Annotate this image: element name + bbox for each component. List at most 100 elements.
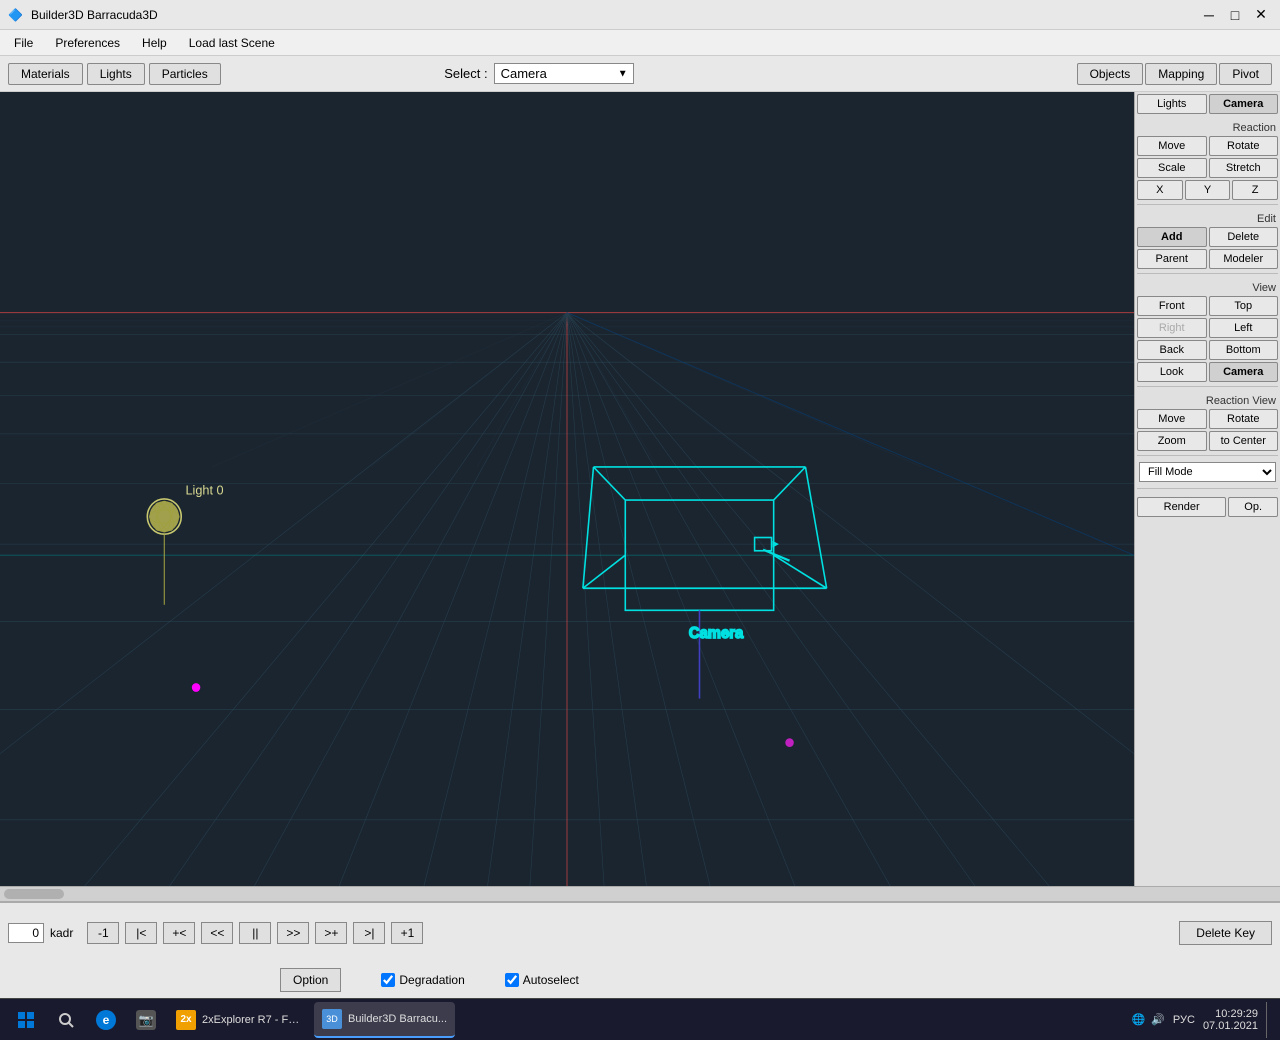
svg-text:Camera: Camera: [689, 625, 744, 642]
rv-rotate-button[interactable]: Rotate: [1209, 409, 1279, 429]
camera-tab[interactable]: Camera: [1209, 94, 1279, 114]
materials-button[interactable]: Materials: [8, 63, 83, 85]
app-icon: 🔷: [8, 8, 23, 22]
rv-zoom-button[interactable]: Zoom: [1137, 431, 1207, 451]
prev-key-button[interactable]: +<: [163, 922, 195, 944]
taskbar-time: 10:29:29 07.01.2021: [1203, 1008, 1258, 1032]
divider-4: [1137, 455, 1278, 456]
taskbar-icons: 🌐 🔊: [1132, 1013, 1165, 1026]
network-icon: 🌐: [1132, 1013, 1146, 1026]
x-axis-button[interactable]: X: [1137, 180, 1183, 200]
next-key-button[interactable]: >+: [315, 922, 347, 944]
volume-icon: 🔊: [1151, 1013, 1165, 1026]
taskbar-builder3d[interactable]: 3D Builder3D Barracu...: [314, 1002, 455, 1038]
fill-mode-row: Fill Mode Wireframe Solid: [1137, 460, 1278, 484]
taskbar-camera[interactable]: 📷: [128, 1002, 164, 1038]
minimize-button[interactable]: ─: [1198, 4, 1220, 26]
autoselect-checkbox[interactable]: [505, 973, 519, 987]
bottom-checks: Option Degradation Autoselect: [0, 962, 1280, 998]
minus1-button[interactable]: -1: [87, 922, 119, 944]
toolbar: Materials Lights Particles Select : Came…: [0, 56, 1280, 92]
degradation-checkbox[interactable]: [381, 973, 395, 987]
right-view-button[interactable]: Right: [1137, 318, 1207, 338]
camera-view-button[interactable]: Camera: [1209, 362, 1279, 382]
taskbar-browser[interactable]: e: [88, 1002, 124, 1038]
rotate-button[interactable]: Rotate: [1209, 136, 1279, 156]
select-dropdown-wrapper[interactable]: Camera Object Light: [494, 63, 634, 84]
select-dropdown[interactable]: Camera Object Light: [494, 63, 634, 84]
move-button[interactable]: Move: [1137, 136, 1207, 156]
look-view-button[interactable]: Look: [1137, 362, 1207, 382]
pivot-button[interactable]: Pivot: [1219, 63, 1272, 85]
kadr-input[interactable]: 0: [8, 923, 44, 943]
op-button[interactable]: Op.: [1228, 497, 1278, 517]
rv-move-button[interactable]: Move: [1137, 409, 1207, 429]
edit-section-label: Edit: [1137, 211, 1278, 225]
show-desktop-icon[interactable]: [1266, 1002, 1272, 1038]
scale-button[interactable]: Scale: [1137, 158, 1207, 178]
taskbar-search[interactable]: [48, 1002, 84, 1038]
rv-tocenter-button[interactable]: to Center: [1209, 431, 1279, 451]
viewport-svg: Light 0: [0, 92, 1134, 886]
right-panel: Lights Camera Reaction Move Rotate Scale…: [1134, 92, 1280, 886]
delete-key-button[interactable]: Delete Key: [1179, 921, 1272, 945]
plus1-button[interactable]: +1: [391, 922, 423, 944]
window-controls: ─ □ ✕: [1198, 4, 1272, 26]
top-view-button[interactable]: Top: [1209, 296, 1279, 316]
taskbar: e 📷 2x 2xExplorer R7 - F:\B... 3D Builde…: [0, 998, 1280, 1040]
menu-file[interactable]: File: [4, 34, 43, 52]
menu-preferences[interactable]: Preferences: [45, 34, 130, 52]
main-content: Light 0: [0, 92, 1280, 886]
modeler-button[interactable]: Modeler: [1209, 249, 1279, 269]
end-button[interactable]: >|: [353, 922, 385, 944]
back-view-button[interactable]: Back: [1137, 340, 1207, 360]
reaction-view-section-label: Reaction View: [1137, 393, 1278, 407]
taskbar-right: 🌐 🔊 РУС 10:29:29 07.01.2021: [1132, 1002, 1273, 1038]
prev-button[interactable]: <<: [201, 922, 233, 944]
menu-help[interactable]: Help: [132, 34, 177, 52]
start-button-taskbar[interactable]: [8, 1002, 44, 1038]
divider-1: [1137, 204, 1278, 205]
date-display: 07.01.2021: [1203, 1020, 1258, 1032]
degradation-check: Degradation: [381, 973, 464, 987]
next-button[interactable]: >>: [277, 922, 309, 944]
y-axis-button[interactable]: Y: [1185, 180, 1231, 200]
bottom-view-button[interactable]: Bottom: [1209, 340, 1279, 360]
app-title: Builder3D Barracuda3D: [31, 8, 158, 22]
add-button[interactable]: Add: [1137, 227, 1207, 247]
render-button[interactable]: Render: [1137, 497, 1226, 517]
fill-mode-select[interactable]: Fill Mode Wireframe Solid: [1139, 462, 1276, 482]
mapping-button[interactable]: Mapping: [1145, 63, 1217, 85]
viewport[interactable]: Light 0: [0, 92, 1134, 886]
scroll-thumb[interactable]: [4, 889, 64, 899]
select-area: Select : Camera Object Light: [444, 63, 633, 84]
z-axis-button[interactable]: Z: [1232, 180, 1278, 200]
close-button[interactable]: ✕: [1250, 4, 1272, 26]
stretch-button[interactable]: Stretch: [1209, 158, 1279, 178]
taskbar-2xexplorer[interactable]: 2x 2xExplorer R7 - F:\B...: [168, 1002, 310, 1038]
parent-button[interactable]: Parent: [1137, 249, 1207, 269]
menu-load-last-scene[interactable]: Load last Scene: [179, 34, 285, 52]
bottom-scrollbar[interactable]: [0, 886, 1280, 902]
play-button[interactable]: ||: [239, 922, 271, 944]
autoselect-label: Autoselect: [523, 973, 579, 987]
reaction-section-label: Reaction: [1137, 120, 1278, 134]
divider-2: [1137, 273, 1278, 274]
maximize-button[interactable]: □: [1224, 4, 1246, 26]
menu-bar: File Preferences Help Load last Scene: [0, 30, 1280, 56]
left-view-button[interactable]: Left: [1209, 318, 1279, 338]
objects-button[interactable]: Objects: [1077, 63, 1144, 85]
view-section-label: View: [1137, 280, 1278, 294]
lights-button[interactable]: Lights: [87, 63, 145, 85]
time-display: 10:29:29: [1203, 1008, 1258, 1020]
lights-tab[interactable]: Lights: [1137, 94, 1207, 114]
start-button[interactable]: |<: [125, 922, 157, 944]
divider-5: [1137, 488, 1278, 489]
bottom-controls: 0 kadr -1 |< +< << || >> >+ >| +1 Delete…: [0, 902, 1280, 962]
particles-button[interactable]: Particles: [149, 63, 221, 85]
title-bar: 🔷 Builder3D Barracuda3D ─ □ ✕: [0, 0, 1280, 30]
front-view-button[interactable]: Front: [1137, 296, 1207, 316]
select-label: Select :: [444, 66, 487, 81]
delete-button[interactable]: Delete: [1209, 227, 1279, 247]
option-button[interactable]: Option: [280, 968, 341, 992]
